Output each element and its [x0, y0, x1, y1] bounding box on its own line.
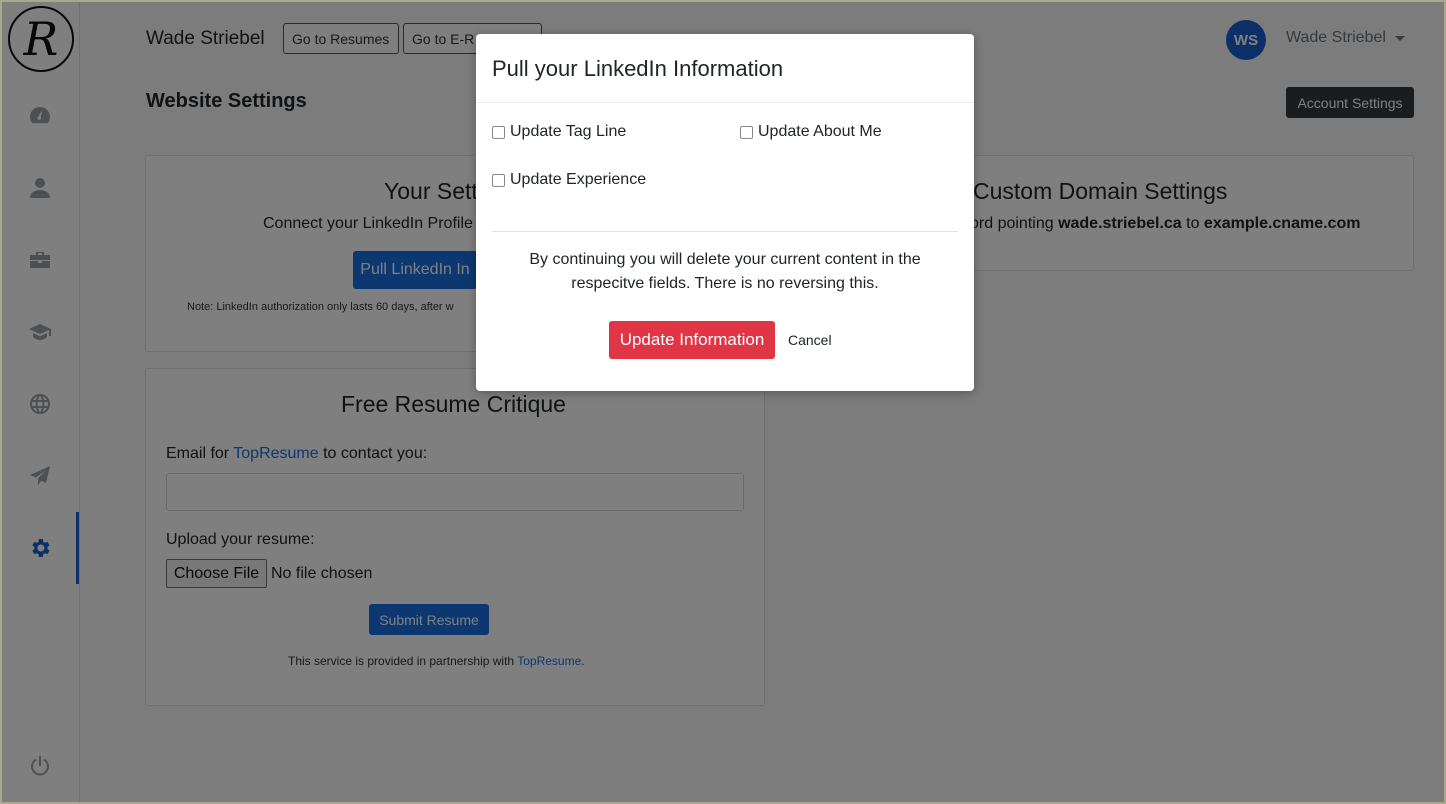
option-tag-line[interactable]: Update Tag Line [492, 123, 626, 141]
tag-line-checkbox[interactable] [492, 125, 505, 139]
experience-checkbox[interactable] [492, 173, 505, 187]
option-about-me[interactable]: Update About Me [740, 123, 882, 141]
experience-label: Update Experience [510, 171, 647, 188]
warning-text: By continuing you will delete your curre… [529, 251, 921, 292]
modal-title: Pull your LinkedIn Information [492, 56, 784, 81]
update-information-button[interactable]: Update Information [609, 321, 775, 359]
option-experience[interactable]: Update Experience [492, 171, 646, 189]
about-me-label: Update About Me [758, 123, 882, 140]
tag-line-label: Update Tag Line [510, 123, 627, 140]
modal-divider [492, 231, 958, 232]
cancel-button[interactable]: Cancel [788, 332, 832, 348]
modal-header-divider [476, 102, 974, 103]
about-me-checkbox[interactable] [740, 125, 753, 139]
linkedin-modal: Pull your LinkedIn Information Update Ta… [476, 34, 974, 391]
app-window: R Wade Striebel Go to Resumes Go to E-R … [0, 0, 1446, 804]
